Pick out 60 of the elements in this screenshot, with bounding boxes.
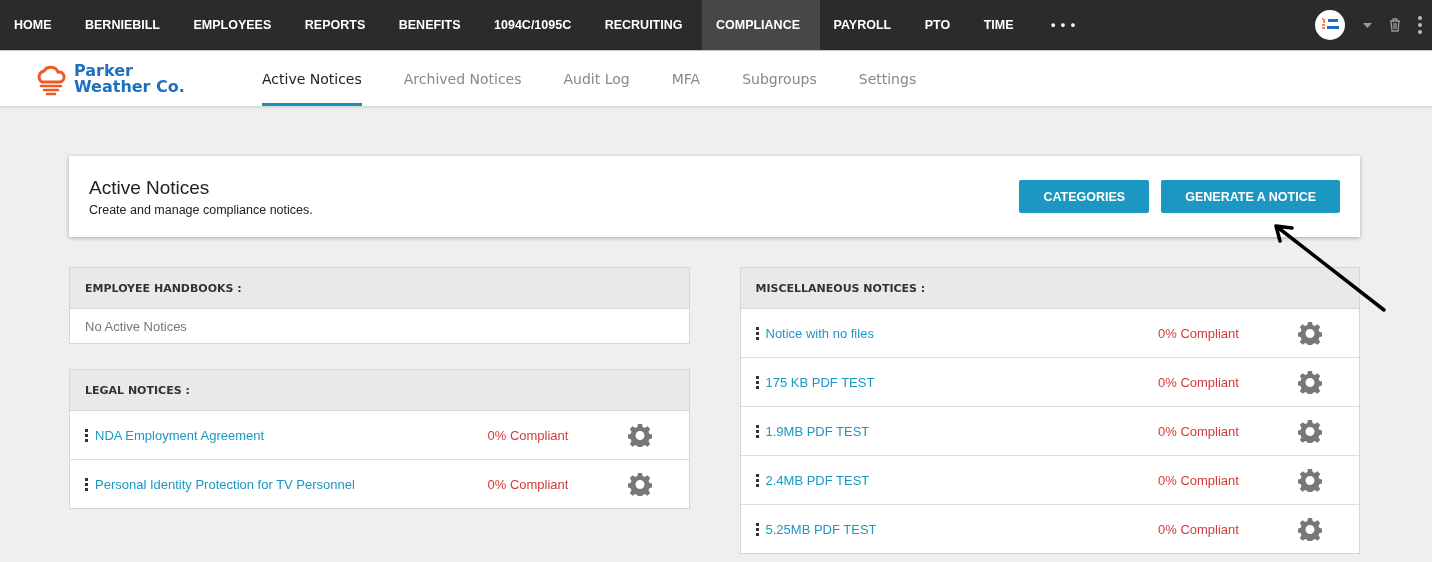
nav-tab[interactable]: 1094C/1095C xyxy=(480,0,591,50)
compliance-status: 0% Compliant xyxy=(1158,423,1240,439)
section-title: EMPLOYEE HANDBOOKS : xyxy=(85,281,242,295)
compliance-status: 0% Compliant xyxy=(1158,325,1240,341)
logo-text: Parker xyxy=(74,62,134,79)
nav-tab[interactable]: HOME xyxy=(0,0,71,50)
nav-tab[interactable]: PTO xyxy=(910,0,970,50)
sub-tab[interactable]: Settings xyxy=(858,51,917,106)
sub-tab[interactable]: Audit Log xyxy=(563,51,630,106)
sub-tab[interactable]: Subgroups xyxy=(742,51,817,106)
compliance-status: 0% Compliant xyxy=(1158,374,1240,390)
drag-handle-icon[interactable] xyxy=(755,326,759,340)
compliance-status: 0% Compliant xyxy=(1158,521,1240,537)
page-title: Active Notices xyxy=(89,176,211,199)
drag-handle-icon[interactable] xyxy=(755,375,759,389)
compliance-status: 0% Compliant xyxy=(487,476,570,492)
sub-tab[interactable]: MFA xyxy=(671,51,701,106)
action-button[interactable]: GENERATE A NOTICE xyxy=(1161,180,1340,213)
nav-tab[interactable]: RECRUITING xyxy=(590,0,702,50)
page-subtitle: Create and manage compliance notices. xyxy=(89,202,313,217)
compliance-status: 0% Compliant xyxy=(487,427,570,443)
drag-handle-icon[interactable] xyxy=(755,473,759,487)
empty-message: No Active Notices xyxy=(85,318,187,334)
settings-icon[interactable] xyxy=(627,423,652,447)
notice-link[interactable]: 1.9MB PDF TEST xyxy=(765,423,1158,439)
nav-tab[interactable]: COMPLIANCE xyxy=(702,0,820,50)
settings-icon[interactable] xyxy=(1298,419,1322,443)
notice-link[interactable]: Notice with no files xyxy=(765,325,1158,341)
more-menu[interactable]: • • • xyxy=(1033,0,1096,50)
drag-handle-icon[interactable] xyxy=(85,477,88,491)
section-title: MISCELLANEOUS NOTICES : xyxy=(755,281,926,295)
logo-text: Weather Co. xyxy=(74,78,185,95)
kebab-menu-icon[interactable] xyxy=(1418,16,1422,34)
drag-handle-icon[interactable] xyxy=(755,522,759,536)
compliance-status: 0% Compliant xyxy=(1158,472,1240,488)
nav-tab[interactable]: BERNIEBILL xyxy=(71,0,180,50)
nav-tab[interactable]: BENEFITS xyxy=(384,0,481,50)
caret-icon[interactable] xyxy=(1363,22,1372,28)
action-button[interactable]: CATEGORIES xyxy=(1019,180,1150,213)
nav-tab[interactable]: TIME xyxy=(969,0,1033,50)
notice-link[interactable]: 5.25MB PDF TEST xyxy=(765,521,1158,537)
notice-link[interactable]: NDA Employment Agreement xyxy=(95,427,488,443)
settings-icon[interactable] xyxy=(1298,517,1322,541)
sub-tab[interactable]: Archived Notices xyxy=(403,51,522,106)
nav-tab[interactable]: EMPLOYEES xyxy=(179,0,291,50)
nav-tab[interactable]: REPORTS xyxy=(290,0,385,50)
settings-icon[interactable] xyxy=(627,472,652,496)
trash-icon[interactable] xyxy=(1389,18,1401,32)
drag-handle-icon[interactable] xyxy=(755,424,759,438)
drag-handle-icon[interactable] xyxy=(85,428,88,442)
section-title: LEGAL NOTICES : xyxy=(85,383,190,397)
sub-tab[interactable]: Active Notices xyxy=(262,51,362,106)
settings-icon[interactable] xyxy=(1298,370,1322,394)
company-avatar-icon[interactable] xyxy=(1314,9,1346,41)
notice-link[interactable]: 175 KB PDF TEST xyxy=(765,374,1158,390)
notice-link[interactable]: Personal Identity Protection for TV Personnel xyxy=(95,476,488,492)
nav-tab[interactable]: PAYROLL xyxy=(819,0,911,50)
settings-icon[interactable] xyxy=(1298,468,1322,492)
settings-icon[interactable] xyxy=(1298,321,1322,345)
notice-link[interactable]: 2.4MB PDF TEST xyxy=(765,472,1158,488)
